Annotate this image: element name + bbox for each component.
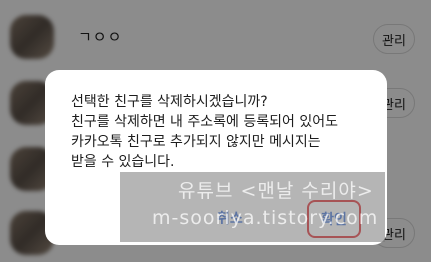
dialog-message-line: 선택한 친구를 삭제하시겠습니까?	[71, 94, 268, 110]
dialog-message: 선택한 친구를 삭제하시겠습니까? 친구를 삭제하면 내 주소록에 등록되어 있…	[71, 92, 371, 172]
dialog-message-line: 친구를 삭제하면 내 주소록에 등록되어 있어도	[71, 114, 338, 130]
dialog-message-line: 카카오톡 친구로 추가되지 않지만 메시지는	[71, 134, 321, 150]
watermark-line1: 유튜브 <맨날 수리야>	[178, 180, 374, 202]
watermark-line2: m-sooriya.tistory.com	[152, 207, 379, 229]
dialog-message-line: 받을 수 있습니다.	[71, 154, 175, 170]
